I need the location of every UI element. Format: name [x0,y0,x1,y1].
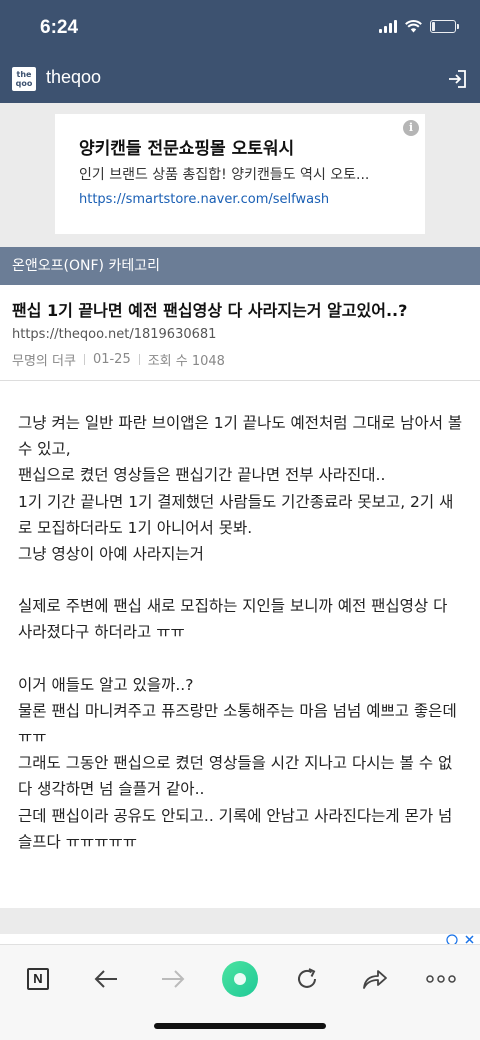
post-meta: 무명의 더쿠 01-25 조회 수 1048 [12,350,225,369]
naver-icon: N [27,968,49,990]
status-icons [379,20,459,33]
share-button[interactable] [354,959,394,999]
back-button[interactable] [86,959,126,999]
ad-section: 양키캔들 전문쇼핑몰 오토워시 인기 브랜드 상품 총집합! 양키캔들도 역시 … [0,103,480,247]
login-icon[interactable] [446,68,468,90]
site-logo[interactable]: the qoo [12,67,36,91]
naver-home-button[interactable]: N [18,959,58,999]
app-header: the qoo theqoo [0,58,480,103]
post-paragraph: 실제로 주변에 팬십 새로 모집하는 지인들 보니까 예전 팬십영상 다 사라졌… [18,597,453,642]
meta-divider [138,354,140,365]
category-bar[interactable]: 온앤오프(ONF) 카테고리 [0,247,480,285]
site-name[interactable]: theqoo [46,67,101,88]
post-paragraph: 이거 애들도 알고 있을까..? 물론 팬십 마니켜주고 퓨즈랑만 소통해주는 … [18,675,457,851]
ad-peek [0,934,480,944]
reload-button[interactable] [287,959,327,999]
status-time: 6:24 [40,17,79,38]
cellular-signal-icon [379,20,397,33]
forward-icon [162,970,185,988]
reload-icon [298,968,316,988]
green-dot-icon [222,961,258,997]
post-body: 그냥 켜는 일반 파란 브이앱은 1기 끝나도 예전처럼 그대로 남아서 볼 수… [18,410,466,855]
ad-card[interactable]: 양키캔들 전문쇼핑몰 오토워시 인기 브랜드 상품 총집합! 양키캔들도 역시 … [55,114,425,234]
content-divider [0,908,480,934]
post-views: 조회 수 1048 [147,354,225,369]
ad-title[interactable]: 양키캔들 전문쇼핑몰 오토워시 [79,134,294,159]
status-bar: 6:24 [0,0,480,58]
info-icon[interactable]: i [403,120,419,136]
post-paragraph: 그냥 켜는 일반 파란 브이앱은 1기 끝나도 예전처럼 그대로 남아서 볼 수… [18,414,463,564]
forward-button[interactable] [153,959,193,999]
ad-url[interactable]: https://smartstore.naver.com/selfwash [79,192,329,207]
home-indicator[interactable] [154,1023,326,1029]
wifi-icon [405,20,422,33]
back-icon [94,970,117,988]
post-title: 팬십 1기 끝나면 예전 팬십영상 다 사라지는거 알고있어..? [12,301,408,320]
browser-toolbar: N [0,944,480,1040]
share-icon [363,970,387,989]
battery-icon [430,20,459,33]
post-date: 01-25 [92,352,131,367]
logo-line2: qoo [15,79,33,88]
more-icon [426,975,456,983]
more-button[interactable] [421,959,461,999]
logo-line1: the [16,70,32,79]
ad-choices-icon[interactable] [446,934,476,944]
green-dot-button[interactable] [220,959,260,999]
ad-description: 인기 브랜드 상품 총집합! 양키캔들도 역시 오토... [79,167,370,183]
post-header: 팬십 1기 끝나면 예전 팬십영상 다 사라지는거 알고있어..? https:… [0,285,480,381]
post-link[interactable]: https://theqoo.net/1819630681 [12,327,216,342]
meta-divider [83,354,85,365]
post-author: 무명의 더쿠 [12,354,76,369]
